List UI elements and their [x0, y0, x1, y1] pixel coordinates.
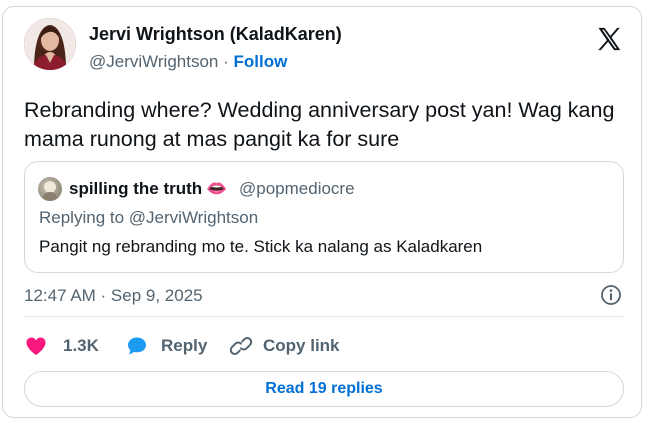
quoted-tweet[interactable]: spilling the truth 👄 @popmediocre Replyin…: [24, 161, 624, 273]
quoted-author-name[interactable]: spilling the truth 👄: [69, 179, 227, 199]
tweet-card: Jervi Wrightson (KaladKaren) @JerviWrigh…: [2, 6, 642, 418]
lips-emoji-icon: 👄: [206, 179, 228, 198]
tweet-timestamp[interactable]: 12:47 AM · Sep 9, 2025: [24, 286, 203, 306]
like-count: 1.3K: [63, 336, 99, 355]
info-icon[interactable]: [599, 283, 623, 307]
link-icon: [229, 334, 253, 358]
divider: [24, 316, 624, 317]
separator-dot: ·: [223, 52, 229, 71]
copy-link-button[interactable]: Copy link: [229, 328, 340, 364]
author-handle-row: @JerviWrightson · Follow: [89, 52, 287, 72]
like-button[interactable]: 1.3K: [24, 328, 99, 364]
author-name[interactable]: Jervi Wrightson (KaladKaren): [89, 24, 342, 45]
tweet-text: Rebranding where? Wedding anniversary po…: [24, 98, 615, 151]
author-avatar[interactable]: [24, 18, 76, 70]
speech-bubble-icon: [125, 334, 149, 358]
quoted-tweet-text: Pangit ng rebranding mo te. Stick ka nal…: [39, 237, 483, 256]
heart-icon: [24, 334, 48, 358]
x-logo-icon[interactable]: [595, 25, 623, 53]
quoted-avatar[interactable]: [38, 177, 62, 201]
read-replies-button[interactable]: Read 19 replies: [24, 371, 624, 407]
replying-to-handle[interactable]: @JerviWrightson: [129, 208, 258, 227]
reply-label: Reply: [161, 336, 208, 355]
reply-button[interactable]: Reply: [125, 328, 207, 364]
action-bar: 1.3K Reply Copy link: [24, 328, 624, 364]
avatar-photo: [24, 18, 76, 70]
quoted-author-name-text: spilling the truth: [69, 179, 203, 198]
quoted-author-handle[interactable]: @popmediocre: [239, 179, 355, 199]
author-handle[interactable]: @JerviWrightson: [89, 52, 218, 71]
copy-link-label: Copy link: [263, 336, 340, 355]
follow-button[interactable]: Follow: [234, 52, 288, 71]
replying-to-line: Replying to @JerviWrightson: [39, 208, 258, 228]
replying-to-prefix: Replying to: [39, 208, 125, 227]
